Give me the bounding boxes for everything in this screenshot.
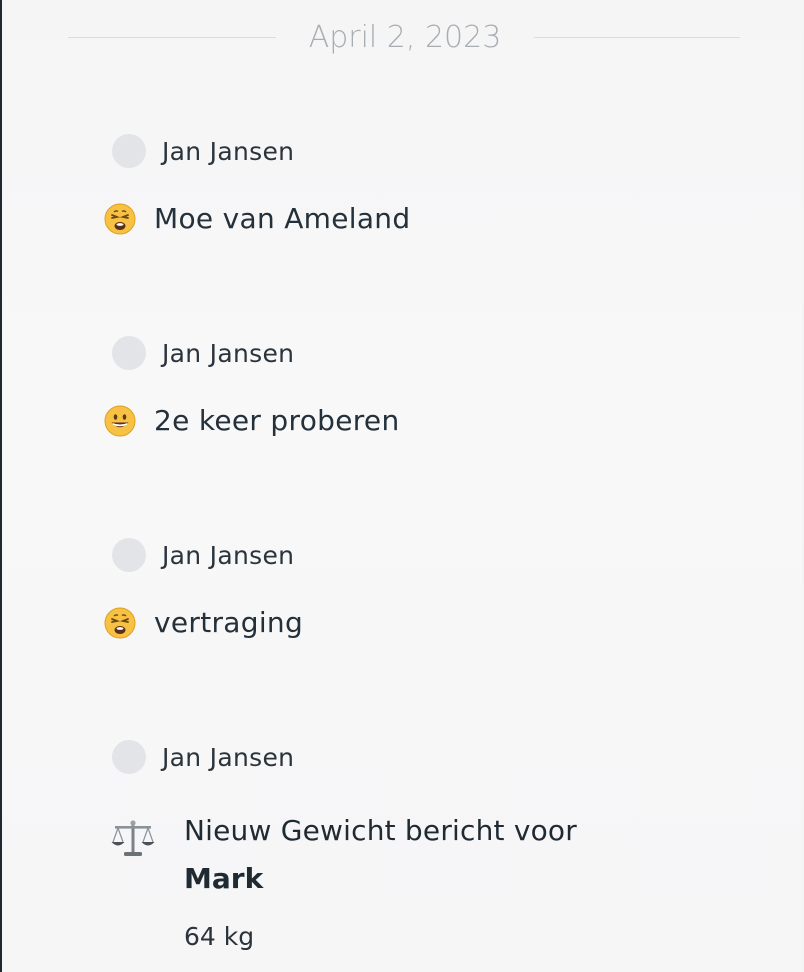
sender-name[interactable]: Jan Jansen	[162, 743, 294, 772]
sender-row[interactable]: Jan Jansen	[112, 537, 294, 573]
avatar[interactable]	[112, 336, 146, 370]
sender-row[interactable]: Jan Jansen	[112, 739, 294, 775]
tired-face-emoji-icon	[104, 607, 136, 638]
weight-value: 64 kg	[184, 922, 255, 951]
balance-scale-icon	[111, 820, 155, 856]
mood-message[interactable]: Moe van Ameland	[104, 202, 410, 235]
sender-name[interactable]: Jan Jansen	[162, 137, 294, 166]
mood-message[interactable]: 2e keer proberen	[104, 404, 400, 437]
divider-line-right	[534, 37, 740, 38]
divider-line-left	[68, 37, 276, 38]
avatar[interactable]	[112, 538, 146, 572]
avatar[interactable]	[112, 134, 146, 168]
avatar[interactable]	[112, 740, 146, 774]
weight-report-subject[interactable]: Mark	[184, 856, 263, 902]
message-text: 2e keer proberen	[154, 404, 400, 437]
sender-row[interactable]: Jan Jansen	[112, 133, 294, 169]
message-text: vertraging	[154, 606, 304, 639]
grinning-face-emoji-icon	[104, 405, 136, 436]
sender-name[interactable]: Jan Jansen	[162, 339, 294, 368]
app-frame: April 2, 2023 Jan Jansen Moe van Ameland…	[0, 0, 802, 972]
date-divider: April 2, 2023	[68, 18, 740, 58]
sender-row[interactable]: Jan Jansen	[112, 335, 294, 371]
message-text: Moe van Ameland	[154, 202, 411, 235]
date-label: April 2, 2023	[308, 20, 502, 55]
mood-message[interactable]: vertraging	[104, 606, 303, 639]
tired-face-emoji-icon	[104, 203, 136, 234]
weight-report-title: Nieuw Gewicht bericht voor	[184, 814, 577, 847]
sender-name[interactable]: Jan Jansen	[162, 541, 294, 570]
